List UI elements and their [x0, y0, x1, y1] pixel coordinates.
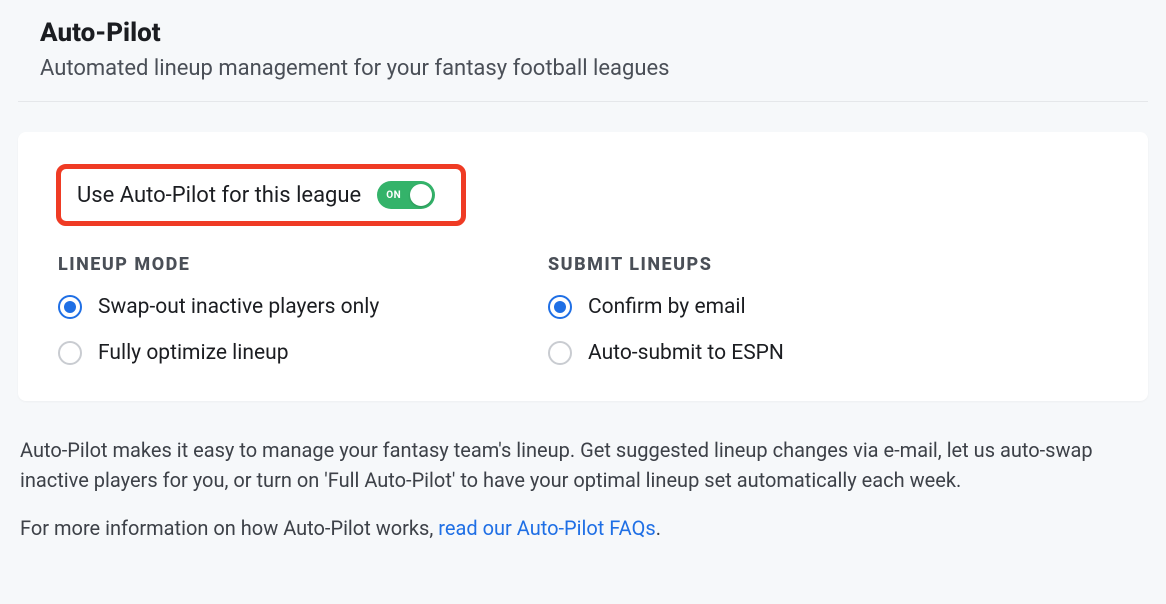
page-subtitle: Automated lineup management for your fan… — [40, 56, 1148, 81]
submit-lineups-heading: SUBMIT LINEUPS — [548, 254, 1038, 275]
description-para-2: For more information on how Auto-Pilot w… — [20, 513, 1146, 543]
radio-icon — [548, 341, 572, 365]
lineup-mode-section: LINEUP MODE Swap-out inactive players on… — [58, 254, 548, 365]
autopilot-toggle-label: Use Auto-Pilot for this league — [77, 183, 361, 208]
submit-lineups-option-label: Auto-submit to ESPN — [588, 341, 784, 365]
page: Auto-Pilot Automated lineup management f… — [0, 0, 1166, 543]
settings-card: Use Auto-Pilot for this league ON LINEUP… — [18, 132, 1148, 401]
lineup-mode-option-label: Swap-out inactive players only — [98, 295, 379, 319]
lineup-mode-option-swap[interactable]: Swap-out inactive players only — [58, 295, 548, 319]
autopilot-toggle-knob — [410, 184, 432, 206]
page-title: Auto-Pilot — [40, 18, 1148, 48]
autopilot-toggle[interactable]: ON — [377, 181, 435, 209]
submit-lineups-option-label: Confirm by email — [588, 295, 746, 319]
description-text: Auto-Pilot makes it easy to manage your … — [18, 435, 1148, 543]
description-para-2-suffix: . — [656, 516, 661, 540]
faq-link[interactable]: read our Auto-Pilot FAQs — [438, 516, 655, 540]
submit-lineups-section: SUBMIT LINEUPS Confirm by email Auto-sub… — [548, 254, 1038, 365]
submit-lineups-option-email[interactable]: Confirm by email — [548, 295, 1038, 319]
radio-icon — [58, 341, 82, 365]
autopilot-toggle-state: ON — [386, 190, 401, 201]
settings-columns: LINEUP MODE Swap-out inactive players on… — [58, 254, 1108, 365]
autopilot-toggle-highlight: Use Auto-Pilot for this league ON — [56, 164, 466, 226]
radio-icon — [548, 295, 572, 319]
lineup-mode-heading: LINEUP MODE — [58, 254, 548, 275]
description-para-2-prefix: For more information on how Auto-Pilot w… — [20, 516, 438, 540]
page-header: Auto-Pilot Automated lineup management f… — [18, 18, 1148, 102]
radio-icon — [58, 295, 82, 319]
submit-lineups-option-autosubmit[interactable]: Auto-submit to ESPN — [548, 341, 1038, 365]
lineup-mode-option-optimize[interactable]: Fully optimize lineup — [58, 341, 548, 365]
lineup-mode-option-label: Fully optimize lineup — [98, 341, 289, 365]
description-para-1: Auto-Pilot makes it easy to manage your … — [20, 435, 1146, 495]
